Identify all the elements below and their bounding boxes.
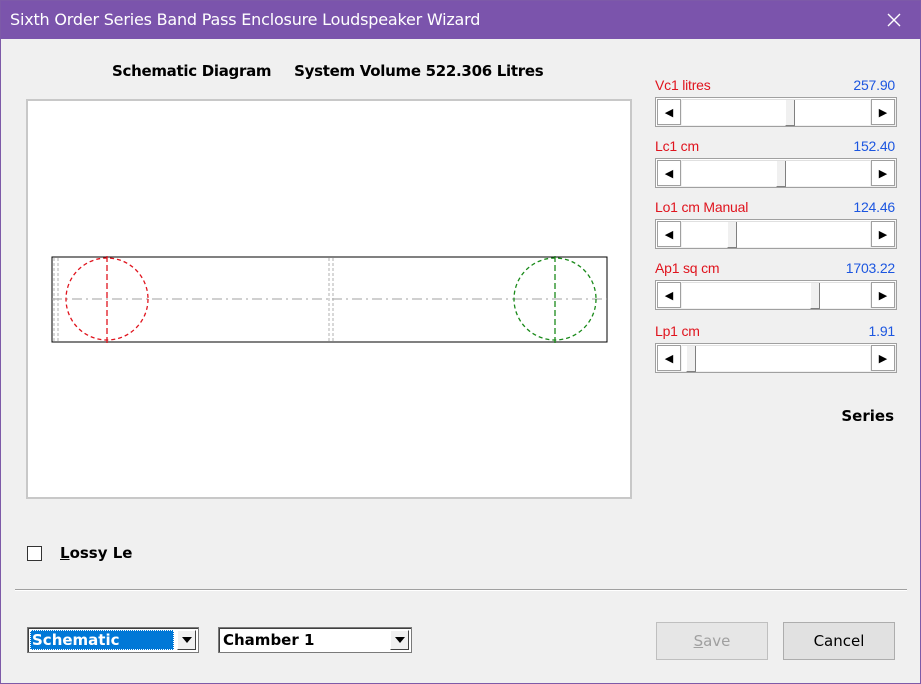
vc1-scrollbar[interactable]: ◀ ▶ <box>655 97 897 127</box>
param-label: Ap1 sq cm <box>655 260 720 276</box>
cancel-button[interactable]: Cancel <box>783 622 895 660</box>
lossy-le-label: Lossy Le <box>60 544 132 562</box>
param-label: Lc1 cm <box>655 138 699 154</box>
param-label: Lo1 cm Manual <box>655 199 749 215</box>
scroll-right-button[interactable]: ▶ <box>871 282 895 308</box>
arrow-left-icon: ◀ <box>664 228 674 241</box>
scroll-track[interactable] <box>682 160 870 187</box>
lossy-le-option[interactable]: Lossy Le <box>27 544 132 562</box>
save-label-rest: ave <box>703 632 731 650</box>
scroll-thumb[interactable] <box>776 161 786 187</box>
arrow-right-icon: ▶ <box>878 228 888 241</box>
scroll-left-button[interactable]: ◀ <box>657 345 681 371</box>
arrow-right-icon: ▶ <box>878 167 888 180</box>
param-lc1: Lc1 cm 152.40 ◀ ▶ <box>655 136 897 188</box>
scroll-track[interactable] <box>682 99 870 126</box>
separator <box>15 589 907 591</box>
lp1-scrollbar[interactable]: ◀ ▶ <box>655 343 897 373</box>
save-accel-key: S <box>693 632 704 650</box>
arrow-left-icon: ◀ <box>664 106 674 119</box>
param-lp1: Lp1 cm 1.91 ◀ ▶ <box>655 321 897 373</box>
param-value: 152.40 <box>853 138 895 154</box>
param-value: 1.91 <box>868 323 896 339</box>
view-select[interactable]: Schematic <box>27 627 199 653</box>
dropdown-button[interactable] <box>390 630 409 650</box>
arrow-right-icon: ▶ <box>878 289 888 302</box>
scroll-left-button[interactable]: ◀ <box>657 221 681 247</box>
lossy-le-checkbox[interactable] <box>27 545 42 561</box>
lo1-scrollbar[interactable]: ◀ ▶ <box>655 219 897 249</box>
wizard-window: Sixth Order Series Band Pass Enclosure L… <box>0 0 921 684</box>
chamber-select-value: Chamber 1 <box>223 631 315 649</box>
scroll-right-button[interactable]: ▶ <box>871 345 895 371</box>
window-title: Sixth Order Series Band Pass Enclosure L… <box>10 10 481 29</box>
schematic-diagram <box>26 99 632 499</box>
param-value: 124.46 <box>853 199 895 215</box>
lc1-scrollbar[interactable]: ◀ ▶ <box>655 158 897 188</box>
ap1-scrollbar[interactable]: ◀ ▶ <box>655 280 897 310</box>
arrow-right-icon: ▶ <box>878 106 888 119</box>
scroll-thumb[interactable] <box>686 346 696 372</box>
chevron-down-icon <box>394 637 405 643</box>
scroll-left-button[interactable]: ◀ <box>657 282 681 308</box>
chevron-down-icon <box>181 637 192 643</box>
arrow-left-icon: ◀ <box>664 167 674 180</box>
scroll-track[interactable] <box>682 345 870 372</box>
view-select-value: Schematic <box>30 630 174 650</box>
scroll-thumb[interactable] <box>810 283 820 309</box>
dropdown-button[interactable] <box>177 630 196 650</box>
save-button[interactable]: Save <box>656 622 768 660</box>
lossy-accel-key: L <box>60 544 70 562</box>
scroll-track[interactable] <box>682 282 870 309</box>
param-lo1: Lo1 cm Manual 124.46 ◀ ▶ <box>655 197 897 249</box>
diagram-heading: Schematic Diagram System Volume 522.306 … <box>112 62 544 80</box>
system-volume-label: System Volume 522.306 Litres <box>294 62 544 80</box>
scroll-left-button[interactable]: ◀ <box>657 160 681 186</box>
scroll-right-button[interactable]: ▶ <box>871 99 895 125</box>
param-vc1: Vc1 litres 257.90 ◀ ▶ <box>655 75 897 127</box>
scroll-thumb[interactable] <box>727 222 737 248</box>
arrow-left-icon: ◀ <box>664 352 674 365</box>
series-label: Series <box>841 407 894 425</box>
scroll-left-button[interactable]: ◀ <box>657 99 681 125</box>
arrow-right-icon: ▶ <box>878 352 888 365</box>
param-ap1: Ap1 sq cm 1703.22 ◀ ▶ <box>655 258 897 310</box>
close-button[interactable] <box>876 5 912 35</box>
param-label: Vc1 litres <box>655 77 711 93</box>
arrow-left-icon: ◀ <box>664 289 674 302</box>
scroll-track[interactable] <box>682 221 870 248</box>
scroll-thumb[interactable] <box>785 100 795 126</box>
close-icon <box>887 13 901 27</box>
lossy-label-rest: ossy Le <box>69 544 133 562</box>
schematic-diagram-label: Schematic Diagram <box>112 62 272 80</box>
param-value: 257.90 <box>853 77 895 93</box>
param-value: 1703.22 <box>845 260 895 276</box>
enclosure-schematic <box>51 256 608 343</box>
param-label: Lp1 cm <box>655 323 700 339</box>
scroll-right-button[interactable]: ▶ <box>871 221 895 247</box>
scroll-right-button[interactable]: ▶ <box>871 160 895 186</box>
chamber-select[interactable]: Chamber 1 <box>218 627 412 653</box>
title-bar[interactable]: Sixth Order Series Band Pass Enclosure L… <box>1 1 920 39</box>
